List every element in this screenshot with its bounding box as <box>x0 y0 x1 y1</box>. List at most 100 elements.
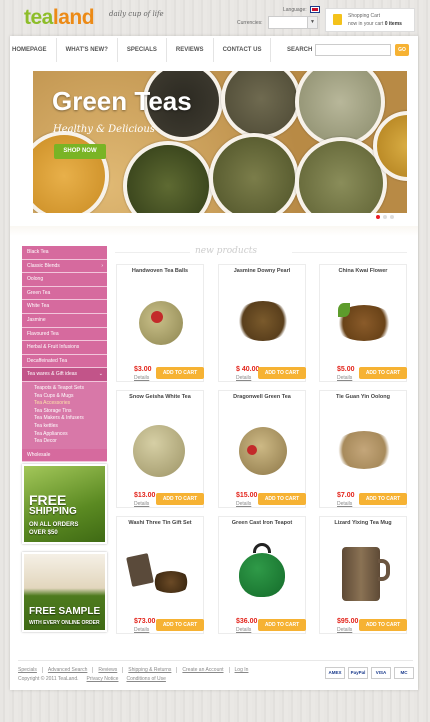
sidebar-category[interactable]: Green Tea <box>22 286 107 301</box>
sidebar-subcategory[interactable]: Tea Storage Tins <box>34 408 107 416</box>
product-card[interactable]: Washi Three Tin Gift Set $73.00 Details ADD… <box>116 516 204 634</box>
sidebar-category[interactable]: White Tea <box>22 300 107 314</box>
product-card[interactable]: China Kwai Flower $5.00 Details ADD TO CART <box>319 264 407 382</box>
nav-item-2[interactable]: SPECIALS <box>118 38 167 62</box>
details-link[interactable]: Details <box>337 627 352 633</box>
add-to-cart-button[interactable]: ADD TO CART <box>156 619 204 631</box>
details-link[interactable]: Details <box>236 501 251 507</box>
details-link[interactable]: Details <box>134 501 149 507</box>
sidebar-subcategory[interactable]: Tea Cups & Mugs <box>34 393 107 401</box>
product-price: $73.00 <box>134 618 156 625</box>
details-link[interactable]: Details <box>337 501 352 507</box>
slider-dot[interactable] <box>383 215 387 219</box>
details-link[interactable]: Details <box>236 375 251 381</box>
add-to-cart-button[interactable]: ADD TO CART <box>359 493 407 505</box>
sidebar-category[interactable]: Herbal & Fruit Infusions <box>22 341 107 355</box>
product-name[interactable]: Washi Three Tin Gift Set <box>117 520 203 526</box>
product-image[interactable] <box>223 279 301 365</box>
add-to-cart-button[interactable]: ADD TO CART <box>156 493 204 505</box>
add-to-cart-button[interactable]: ADD TO CART <box>359 619 407 631</box>
footer-link[interactable]: Specials <box>18 667 42 673</box>
cart-title: Shopping Cart <box>348 13 380 19</box>
product-card[interactable]: Green Cast Iron Teapot $36.00 Details ADD T… <box>218 516 306 634</box>
product-price: $36.00 <box>236 618 258 625</box>
product-name[interactable]: Green Cast Iron Teapot <box>219 520 305 526</box>
sidebar-category[interactable]: Decaffeinated Tea <box>22 354 107 369</box>
search-input[interactable] <box>315 44 391 56</box>
sidebar-category[interactable]: Jasmine <box>22 313 107 328</box>
details-link[interactable]: Details <box>134 375 149 381</box>
free-sample-banner[interactable]: FREE SAMPLE WITH EVERY ONLINE ORDER <box>22 552 107 632</box>
product-image[interactable] <box>223 531 301 617</box>
product-name[interactable]: Dragonwell Green Tea <box>219 394 305 400</box>
nav-item-0[interactable]: HOMEPAGE <box>10 38 57 62</box>
product-image[interactable] <box>121 279 199 365</box>
uk-flag-icon[interactable] <box>310 6 320 13</box>
sidebar-category[interactable]: Oolong <box>22 273 107 287</box>
product-name[interactable]: Snow Geisha White Tea <box>117 394 203 400</box>
product-card[interactable]: Lizard Yixing Tea Mug $95.00 Details ADD TO… <box>319 516 407 634</box>
sidebar-subcategory[interactable]: Tea Accessories <box>34 400 107 408</box>
nav-item-3[interactable]: REVIEWS <box>167 38 214 62</box>
sidebar-subcategories: Teapots & Teapot Sets Tea Cups & Mugs Tea … <box>22 381 107 449</box>
privacy-link[interactable]: Privacy Notice <box>87 676 119 682</box>
add-to-cart-button[interactable]: ADD TO CART <box>258 619 306 631</box>
sidebar-category[interactable]: Tea wares & Gift ideas ⌄ <box>22 368 107 382</box>
nav-item-4[interactable]: CONTACT US <box>214 38 272 62</box>
shopping-cart-box[interactable]: Shopping Cart now in your cart 0 items <box>325 8 415 32</box>
add-to-cart-button[interactable]: ADD TO CART <box>359 367 407 379</box>
slider-dot[interactable] <box>376 215 380 219</box>
product-card[interactable]: Dragonwell Green Tea $15.00 Details ADD TO … <box>218 390 306 508</box>
payment-card-icon: AMEX <box>325 667 345 679</box>
sidebar-subcategory[interactable]: Teapots & Teapot Sets <box>34 385 107 393</box>
product-name[interactable]: China Kwai Flower <box>320 268 406 274</box>
shop-now-button[interactable]: SHOP NOW <box>54 144 106 159</box>
footer-link[interactable]: Create an Account <box>176 667 228 673</box>
product-image[interactable] <box>324 279 402 365</box>
product-name[interactable]: Jasmine Downy Pearl <box>219 268 305 274</box>
product-card[interactable]: Tie Guan Yin Oolong $7.00 Details ADD TO CA… <box>319 390 407 508</box>
product-card[interactable]: Jasmine Downy Pearl $ 40.00 Details ADD TO … <box>218 264 306 382</box>
product-name[interactable]: Tie Guan Yin Oolong <box>320 394 406 400</box>
details-link[interactable]: Details <box>337 375 352 381</box>
sidebar-category[interactable]: Black Tea <box>22 246 107 260</box>
currency-select[interactable]: ▼ <box>268 16 318 29</box>
add-to-cart-button[interactable]: ADD TO CART <box>258 493 306 505</box>
nav-item-1[interactable]: WHAT'S NEW? <box>57 38 118 62</box>
category-sidebar: Black Tea Classic Blends › Oolong Green Tea W… <box>22 246 107 463</box>
slider-dot[interactable] <box>390 215 394 219</box>
footer-link[interactable]: Advanced Search <box>41 667 92 673</box>
product-card[interactable]: Snow Geisha White Tea $13.00 Details ADD TO… <box>116 390 204 508</box>
sidebar-category[interactable]: Flavoured Tea <box>22 327 107 342</box>
sidebar-subcategory[interactable]: Tea Makers & Infusers <box>34 415 107 423</box>
sidebar-category[interactable]: Classic Blends › <box>22 259 107 274</box>
conditions-link[interactable]: Conditions of Use <box>126 676 165 682</box>
product-price: $3.00 <box>134 366 152 373</box>
product-card[interactable]: Handwoven Tea Balls $3.00 Details ADD TO CA… <box>116 264 204 382</box>
product-name[interactable]: Handwoven Tea Balls <box>117 268 203 274</box>
product-image[interactable] <box>324 531 402 617</box>
sidebar-subcategory[interactable]: Tea Decor <box>34 438 107 446</box>
add-to-cart-button[interactable]: ADD TO CART <box>156 367 204 379</box>
add-to-cart-button[interactable]: ADD TO CART <box>258 367 306 379</box>
search-label: SEARCH <box>287 47 313 53</box>
details-link[interactable]: Details <box>236 627 251 633</box>
footer-link[interactable]: Shipping & Returns <box>122 667 176 673</box>
footer-link[interactable]: Reviews <box>92 667 122 673</box>
payment-card-icon: MC <box>394 667 414 679</box>
product-name[interactable]: Lizard Yixing Tea Mug <box>320 520 406 526</box>
sidebar-category[interactable]: Wholesale <box>22 448 107 463</box>
footer-link[interactable]: Log In <box>228 667 254 673</box>
logo[interactable]: tealand <box>24 6 95 30</box>
sidebar-subcategory[interactable]: Tea Appliances <box>34 431 107 439</box>
product-price: $95.00 <box>337 618 359 625</box>
product-image[interactable] <box>121 531 199 617</box>
product-image[interactable] <box>324 405 402 491</box>
sidebar-subcategory[interactable]: Tea kettles <box>34 423 107 431</box>
product-image[interactable] <box>121 405 199 491</box>
free-shipping-banner[interactable]: FREE SHIPPING ON ALL ORDERS OVER $50 <box>22 464 107 544</box>
details-link[interactable]: Details <box>134 627 149 633</box>
cart-icon <box>333 14 342 25</box>
search-go-button[interactable]: GO <box>395 44 409 56</box>
product-image[interactable] <box>223 405 301 491</box>
